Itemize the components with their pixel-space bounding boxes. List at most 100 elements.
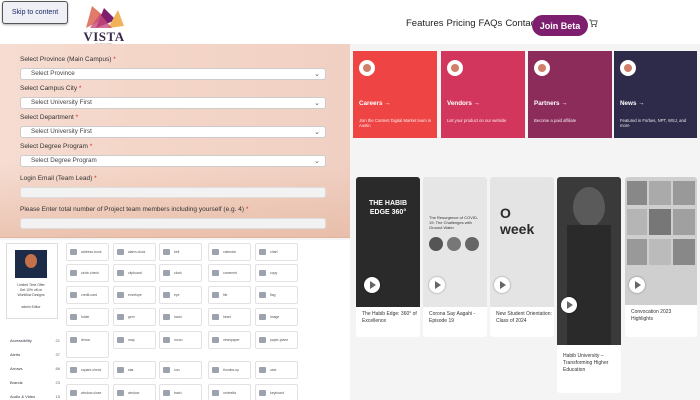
chevron-down-icon: ⌄ [314,158,320,165]
card-news[interactable]: News → Featured in Forbes, NPT, WSJ, and… [614,51,697,138]
card-careers[interactable]: Careers → Join the Content Digital Marke… [353,51,437,138]
campus-city-label: Select Campus City * [20,85,82,92]
chevron-down-icon: ⌄ [314,71,320,78]
stat-accessibility[interactable]: Accessibility 21 [10,338,60,343]
icon-grid-cell[interactable]: map [113,331,156,349]
join-beta-button[interactable]: Join Beta [532,15,588,36]
play-icon[interactable] [629,277,645,293]
members-field[interactable] [20,218,326,229]
icon-grid-cell[interactable]: umbrella [208,384,251,400]
icon-grid-cell[interactable]: chart [255,243,298,261]
province-select[interactable]: Select Province ⌄ [20,68,326,80]
icon-grid-cell[interactable]: alarm-clock [113,243,156,261]
stat-arrows[interactable]: Arrows 86 [10,366,60,371]
card-desc: Featured in Forbes, NPT, WSJ, and more [620,118,687,128]
icon-grid-cell[interactable]: moon [159,331,202,349]
icon-grid-cell[interactable]: keyboard [255,384,298,400]
play-icon[interactable] [429,277,445,293]
card-title: Partners → [534,100,568,107]
video-caption: Habib University – Transforming Higher E… [563,353,609,373]
icon-grid-cell[interactable]: hand [159,308,202,326]
icon-grid-cell[interactable]: gem [113,308,156,326]
icon-grid-cell[interactable]: comment [208,264,251,282]
icon-grid-cell[interactable]: clipboard [113,264,156,282]
thumbnail-title: THE HABIB EDGE 360° [368,200,408,216]
partners-icon [534,60,550,76]
cart-icon[interactable] [589,19,598,28]
members-label: Please Enter total number of Project tea… [20,206,249,213]
video-card-convocation[interactable]: Convocation 2023 Highlights [625,177,697,337]
profile-line-3: Workflow Designs [17,293,45,297]
icon-grid-cell[interactable]: lemon [66,331,109,358]
card-title: Vendors → [447,100,480,107]
stat-audio-video[interactable]: Audio & Video 15 [10,394,60,399]
stat-alerts[interactable]: Alerts 37 [10,352,60,357]
video-card-transforming[interactable]: Habib University – Transforming Higher E… [557,177,621,393]
icon-grid-cell[interactable]: thumbs-up [208,361,251,379]
icon-grid-cell[interactable]: calendar [208,243,251,261]
news-icon [620,60,636,76]
video-card-habib-edge[interactable]: THE HABIB EDGE 360° The Habib Edge: 360°… [356,177,420,337]
icon-grid-cell[interactable]: bell [159,243,202,261]
nav-pricing[interactable]: Pricing [447,18,476,29]
icon-grid-cell[interactable]: square-check [66,361,109,379]
chevron-down-icon: ⌄ [314,100,320,107]
icon-grid-cell[interactable]: star [113,361,156,379]
video-caption: Corona Say Aagahi - Episode 19 [429,311,476,324]
icon-grid-cell[interactable]: newspaper [208,331,251,349]
card-partners[interactable]: Partners → Become a paid affiliate [528,51,612,138]
play-icon[interactable] [364,277,380,293]
degree-select[interactable]: Select Degree Program ⌄ [20,155,326,167]
icon-grid-cell[interactable]: trash [159,384,202,400]
logo-mark-icon [86,6,124,28]
email-field[interactable] [20,187,326,198]
icon-grid-cell[interactable]: heart [208,308,251,326]
icon-grid-cell[interactable]: clock [159,264,202,282]
skip-to-content-button[interactable]: Skip to content [2,1,68,24]
icon-grid-cell[interactable]: user [255,361,298,379]
icon-grid-cell[interactable]: address-book [66,243,109,261]
department-select[interactable]: Select University First ⌄ [20,126,326,138]
video-card-orientation[interactable]: O week New Student Orientation: Class of… [490,177,554,337]
play-icon[interactable] [561,297,577,313]
video-caption: New Student Orientation: Class of 2024 [496,311,552,324]
site-header: Skip to content VISTA HU SCHOOL Features… [0,0,700,46]
card-vendors[interactable]: Vendors → List your product on our websi… [441,51,525,138]
video-caption: The Habib Edge: 360° of Excellence [362,311,417,324]
icon-grid-cell[interactable]: eye [159,286,202,304]
province-label: Select Province (Main Campus) * [20,56,116,63]
main-nav: Features Pricing FAQs Contact [406,18,538,29]
email-label: Login Email (Team Lead) * [20,175,97,182]
video-caption: Convocation 2023 Highlights [631,309,672,322]
icon-grid-cell[interactable]: image [255,308,298,326]
icon-grid-cell[interactable]: file [208,286,251,304]
icon-grid-cell[interactable]: copy [255,264,298,282]
thumbnail-title: The Resurgence of COVID-19: The Challeng… [429,215,479,230]
icon-grid-cell[interactable]: window [113,384,156,400]
card-title: Careers → [359,100,391,107]
degree-label: Select Degree Program * [20,143,93,150]
careers-icon [359,60,375,76]
icon-grid-cell[interactable]: window-close [66,384,109,400]
nav-faqs[interactable]: FAQs [479,18,503,29]
icon-grid-cell[interactable]: folder [66,308,109,326]
icon-grid-cell[interactable]: credit-card [66,286,109,304]
card-desc: Become a paid affiliate [534,118,577,123]
icon-grid-cell[interactable]: envelope [113,286,156,304]
icon-grid-cell[interactable]: paper-plane [255,331,298,349]
vendors-icon [447,60,463,76]
nav-features[interactable]: Features [406,18,444,29]
vista-logo[interactable]: VISTA HU SCHOOL [80,4,128,46]
icon-grid-cell[interactable]: flag [255,286,298,304]
card-desc: Join the Content Digital Market team in … [359,118,432,128]
profile-name: admin Editor [21,305,41,309]
department-label: Select Department * [20,114,79,121]
card-title: News → [620,100,645,107]
campus-city-select[interactable]: Select University First ⌄ [20,97,326,109]
chevron-down-icon: ⌄ [314,129,320,136]
play-icon[interactable] [494,277,510,293]
icon-grid-cell[interactable]: circle-check [66,264,109,282]
icon-grid-cell[interactable]: sun [159,361,202,379]
stat-brands[interactable]: Brands 23 [10,380,60,385]
video-card-corona[interactable]: The Resurgence of COVID-19: The Challeng… [423,177,487,337]
